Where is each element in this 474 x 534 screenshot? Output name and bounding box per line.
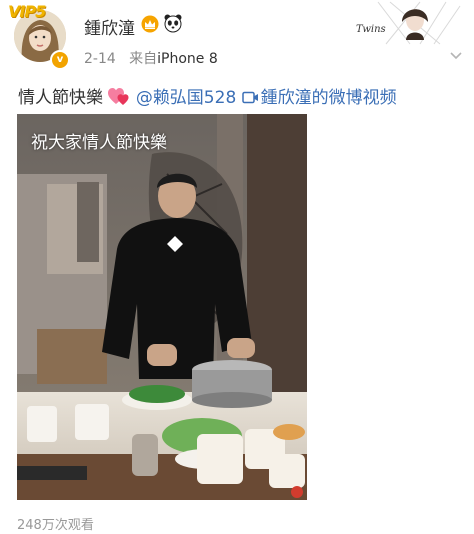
video-frame bbox=[17, 114, 307, 500]
mention-link[interactable]: @赖弘国528 bbox=[136, 88, 236, 108]
video-caption: 祝大家情人節快樂 bbox=[31, 133, 167, 153]
username[interactable]: 鍾欣潼 bbox=[84, 14, 135, 39]
post-text-body: 情人節快樂 bbox=[18, 88, 103, 108]
video-link[interactable]: 鍾欣潼的微博视频 bbox=[241, 88, 397, 108]
video-player[interactable]: 祝大家情人節快樂 bbox=[17, 114, 307, 500]
post-date: 2-14 bbox=[84, 51, 116, 67]
video-link-label: 鍾欣潼的微博视频 bbox=[260, 88, 397, 108]
decoration-text: Twins bbox=[356, 24, 386, 35]
source-prefix: 来自 bbox=[129, 51, 158, 67]
card-decoration: Twins bbox=[356, 1, 461, 45]
chevron-down-icon[interactable] bbox=[450, 52, 462, 60]
crown-icon bbox=[141, 15, 159, 33]
source-device[interactable]: iPhone 8 bbox=[157, 51, 218, 67]
panda-icon bbox=[164, 14, 182, 33]
view-count: 248万次观看 bbox=[17, 518, 94, 533]
post-meta: 2-14 来自iPhone 8 bbox=[84, 48, 218, 68]
weibo-post-card: VIP5 v 鍾欣潼 2-14 来自iPhone 8 Twins 情人節快樂 @… bbox=[0, 0, 474, 534]
video-icon bbox=[241, 91, 258, 104]
verified-icon: v bbox=[50, 50, 70, 70]
post-text: 情人節快樂 @赖弘国528 鍾欣潼的微博视频 bbox=[18, 83, 397, 108]
vip-badge: VIP5 bbox=[8, 2, 46, 21]
heart-icon bbox=[108, 88, 129, 105]
